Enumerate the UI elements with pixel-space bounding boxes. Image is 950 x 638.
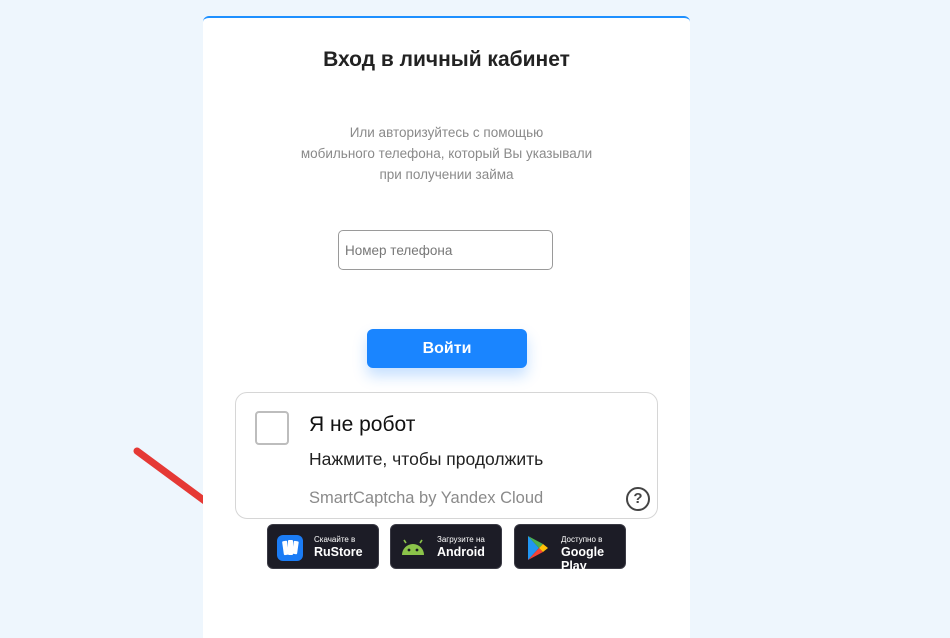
- google-play-badge[interactable]: Доступно в Google Play: [514, 524, 626, 573]
- login-subtitle: Или авторизуйтесь с помощью мобильного т…: [263, 122, 630, 185]
- captcha-brand: SmartCaptcha by Yandex Cloud: [309, 489, 544, 507]
- login-button[interactable]: Войти: [367, 329, 527, 368]
- badge-small-text: Скачайте в: [314, 535, 356, 544]
- subtitle-line: Или авторизуйтесь с помощью: [349, 125, 544, 140]
- smart-captcha[interactable]: Я не робот Нажмите, чтобы продолжить Sma…: [235, 392, 658, 519]
- badge-store-name: RuStore: [314, 545, 363, 559]
- captcha-title: Я не робот: [309, 413, 416, 436]
- google-play-icon: [528, 536, 548, 560]
- android-icon: [402, 539, 424, 555]
- badge-small-text: Загрузите на: [437, 535, 485, 544]
- help-icon[interactable]: ?: [626, 487, 650, 511]
- rustore-badge[interactable]: Скачайте в RuStore: [267, 524, 379, 569]
- badge-store-name: Android: [437, 545, 485, 559]
- badge-small-text: Доступно в: [561, 535, 603, 544]
- badge-store-name: Google Play: [561, 545, 605, 573]
- android-badge[interactable]: Загрузите на Android: [390, 524, 502, 569]
- captcha-checkbox[interactable]: [255, 411, 289, 445]
- phone-input[interactable]: [338, 230, 553, 270]
- subtitle-line: мобильного телефона, который Вы указывал…: [300, 146, 593, 161]
- rustore-icon: [277, 535, 303, 561]
- subtitle-line: при получении займа: [379, 167, 514, 182]
- captcha-hint: Нажмите, чтобы продолжить: [309, 449, 544, 469]
- page-title: Вход в личный кабинет: [323, 48, 570, 71]
